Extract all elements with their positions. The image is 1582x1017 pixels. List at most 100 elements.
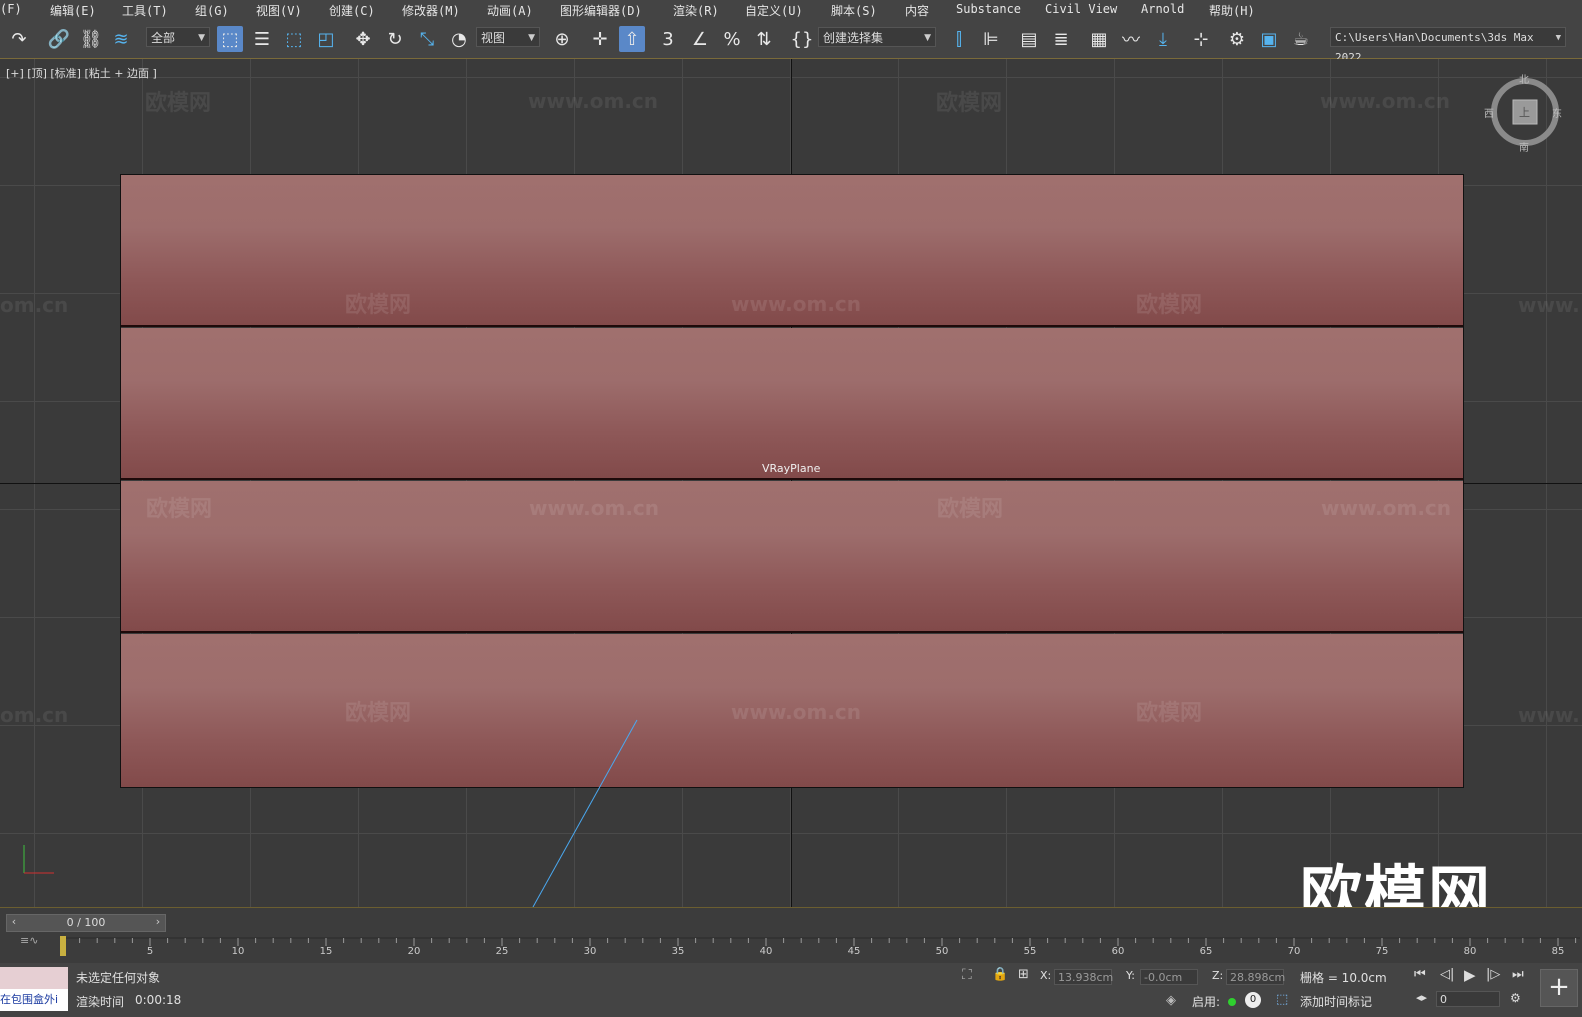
render-production-icon[interactable]: ☕ [1288,26,1314,52]
unlink-icon[interactable]: ⛓ [78,26,104,52]
menu-create[interactable]: 创建(C) [329,2,375,19]
menu-animation[interactable]: 动画(A) [487,2,533,19]
menu-modifiers[interactable]: 修改器(M) [402,2,460,19]
x-coordinate-field[interactable]: 13.938cm [1054,969,1113,985]
reference-coordinate-dropdown[interactable]: 视图 ▼ [476,27,540,47]
select-by-name-icon[interactable]: ☰ [249,26,275,52]
viewcube-north[interactable]: 北 [1519,71,1529,86]
mirror-icon[interactable]: ⫿ [946,26,972,52]
top-viewport[interactable]: [+] [顶] [标准] [粘土 + 边面 ] 欧模网 www.om.cn 欧模… [0,59,1582,907]
menu-substance[interactable]: Substance [956,2,1021,16]
main-toolbar: ↷ 🔗 ⛓ ≋ 全部 ▼ ⬚ ☰ ⬚ ◰ ✥ ↻ ⤡ ◔ 视图 ▼ ⊕ ✛ ⇧ 3 … [0,20,1582,64]
link-icon[interactable]: 🔗 [46,26,72,52]
redo-icon[interactable]: ↷ [6,26,32,52]
absolute-mode-icon[interactable]: ⊞ [1018,967,1029,982]
viewcube-top-face[interactable]: 上 [1519,104,1530,120]
go-to-end-icon[interactable]: ⏭ [1512,967,1524,982]
prev-frame-arrow-icon[interactable]: ‹ [7,915,21,931]
material-editor-icon[interactable]: ⊹ [1188,26,1214,52]
time-slider-bar: ‹ 0 / 100 › ≡∿ 5 10 15 20 25 30 35 40 45… [0,907,1582,964]
menu-group[interactable]: 组(G) [195,2,229,19]
named-selection-dropdown[interactable]: 创建选择集 ▼ [818,27,936,47]
chevron-down-icon: ▼ [924,33,931,43]
rectangular-selection-icon[interactable]: ⬚ [281,26,307,52]
window-crossing-icon[interactable]: ◰ [313,26,339,52]
pivot-center-icon[interactable]: ⊕ [549,26,575,52]
next-frame-arrow-icon[interactable]: › [151,915,165,931]
time-tag-icon[interactable]: ⬚ [1276,992,1288,1007]
maxscript-listener[interactable]: 在包围盒外i [0,967,68,1013]
viewcube-east[interactable]: 东 [1552,105,1562,120]
snaps-toggle-icon[interactable]: 3 [655,26,681,52]
curve-editor-icon[interactable]: 〰 [1118,26,1144,52]
menu-file[interactable]: (F) [0,2,22,16]
layer-explorer-icon[interactable]: ≣ [1048,26,1074,52]
schematic-view-icon[interactable]: ⤓ [1150,26,1176,52]
tick-label: 60 [1111,946,1125,957]
adaptive-degradation-icon[interactable]: ◈ [1166,993,1176,1008]
move-icon[interactable]: ✥ [350,26,376,52]
time-configuration-icon[interactable]: ⚙ [1510,991,1521,1005]
rendered-frame-window-icon[interactable]: ▣ [1256,26,1282,52]
go-to-start-icon[interactable]: ⏮ [1414,967,1426,982]
play-icon[interactable]: ▶ [1464,966,1476,984]
tick-label: 20 [407,946,421,957]
menu-arnold[interactable]: Arnold [1141,2,1184,16]
enable-label: 启用: [1192,995,1221,1009]
percent-snap-icon[interactable]: % [719,26,745,52]
tick-label: 70 [1287,946,1301,957]
viewcube-west[interactable]: 西 [1484,105,1494,120]
keyboard-shortcut-override-icon[interactable]: ⇧ [619,26,645,52]
status-green-dot [1228,998,1236,1006]
y-label: Y: [1126,969,1135,982]
add-time-tag[interactable]: 添加时间标记 [1300,993,1372,1010]
tick-label: 45 [847,946,861,957]
scale-icon[interactable]: ⤡ [414,26,440,52]
bind-space-warp-icon[interactable]: ≋ [108,26,134,52]
angle-snap-icon[interactable]: ∠ [687,26,713,52]
viewport-nav-plus-icon[interactable]: + [1540,969,1578,1007]
viewcube[interactable]: 北 南 东 西 上 [1484,75,1562,154]
next-frame-icon[interactable]: |▷ [1486,967,1500,982]
selection-filter-value: 全部 [151,31,176,45]
menu-content[interactable]: 内容 [905,2,929,19]
select-manipulate-icon[interactable]: ✛ [587,26,613,52]
menu-customize[interactable]: 自定义(U) [745,2,803,19]
curve-editor-toggle-icon[interactable]: ≡∿ [20,934,38,947]
lock-selection-icon[interactable]: 🔒 [992,967,1008,982]
ribbon-icon[interactable]: ▦ [1086,26,1112,52]
menu-civil-view[interactable]: Civil View [1045,2,1117,16]
render-setup-icon[interactable]: ⚙ [1224,26,1250,52]
reference-coordinate-value: 视图 [481,31,506,45]
enable-count-badge[interactable]: 0 [1245,992,1261,1008]
isolate-selection-icon[interactable]: ⛶ [962,967,972,983]
menu-edit[interactable]: 编辑(E) [50,2,96,19]
edit-named-selection-icon[interactable]: {} [789,26,815,52]
current-frame-field[interactable]: 0 [1436,991,1500,1007]
scene-explorer-icon[interactable]: ▤ [1016,26,1042,52]
z-coordinate-field[interactable]: 28.898cm [1226,969,1285,985]
place-icon[interactable]: ◔ [446,26,472,52]
menu-views[interactable]: 视图(V) [256,2,302,19]
viewcube-south[interactable]: 南 [1519,139,1529,154]
render-time-value: 0:00:18 [135,993,182,1007]
menu-rendering[interactable]: 渲染(R) [673,2,719,19]
menu-scripting[interactable]: 脚本(S) [831,2,877,19]
align-icon[interactable]: ⊫ [978,26,1004,52]
tick-label: 85 [1551,946,1565,957]
y-coordinate-field[interactable]: -0.0cm [1140,969,1198,985]
selection-filter-dropdown[interactable]: 全部 ▼ [146,27,210,47]
spinner-snap-icon[interactable]: ⇅ [751,26,777,52]
frame-slider[interactable]: ‹ 0 / 100 › [6,914,166,932]
menu-graph-editors[interactable]: 图形编辑器(D) [560,2,642,19]
z-label: Z: [1212,969,1224,982]
tick-label: 50 [935,946,949,957]
key-mode-icon[interactable]: ◂▸ [1416,991,1427,1004]
maxscript-input[interactable] [0,967,68,989]
menu-tools[interactable]: 工具(T) [122,2,168,19]
menu-help[interactable]: 帮助(H) [1209,2,1255,19]
select-object-icon[interactable]: ⬚ [217,26,243,52]
previous-frame-icon[interactable]: ◁| [1440,967,1454,982]
project-path-dropdown[interactable]: C:\Users\Han\Documents\3ds Max 2022 ▼ [1330,27,1566,64]
rotate-icon[interactable]: ↻ [382,26,408,52]
